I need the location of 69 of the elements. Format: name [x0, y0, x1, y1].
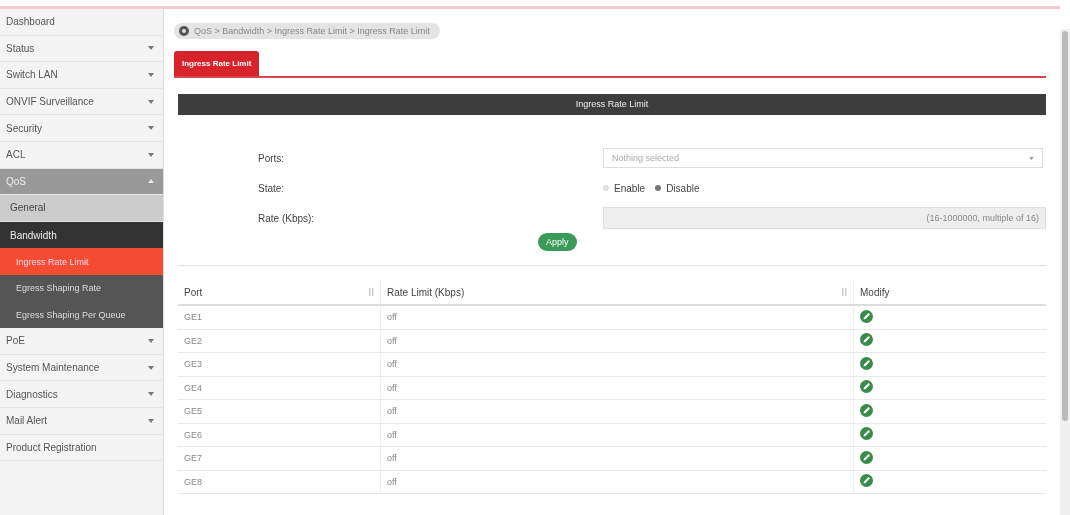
sidebar-item[interactable]: Bandwidth	[0, 221, 163, 249]
sidebar-item[interactable]: Status	[0, 35, 163, 63]
edit-icon[interactable]	[860, 356, 873, 370]
tab[interactable]: Ingress Rate Limit	[174, 51, 260, 76]
sidebar-item[interactable]: Switch LAN	[0, 62, 163, 89]
edit-icon[interactable]	[860, 427, 873, 441]
table-cell: GE7	[178, 446, 381, 470]
table-cell: off	[380, 446, 854, 470]
column-header[interactable]: Modify	[853, 280, 1046, 305]
sidebar-item[interactable]: Product Registration	[0, 434, 163, 462]
radio-icon[interactable]	[603, 185, 609, 191]
edit-icon[interactable]	[860, 380, 873, 394]
radio-icon[interactable]	[655, 185, 662, 191]
radio-option[interactable]: Disable	[655, 182, 700, 194]
edit-icon[interactable]	[860, 333, 873, 347]
sidebar-item[interactable]: System Maintenance	[0, 354, 163, 382]
sidebar-item[interactable]: Egress Shaping Rate	[0, 274, 163, 302]
caret-icon	[148, 73, 154, 77]
sidebar-item[interactable]: PoE	[0, 328, 163, 355]
caret-icon	[148, 418, 154, 423]
edit-icon[interactable]	[860, 450, 873, 464]
range-hint: (16-1000000, multiple of 16)	[926, 213, 1039, 223]
table-cell: off	[380, 470, 854, 494]
table-cell: GE8	[178, 470, 381, 494]
edit-icon[interactable]	[860, 309, 873, 323]
sidebar-item[interactable]: ONVIF Surveillance	[0, 88, 163, 116]
caret-icon	[148, 126, 154, 131]
column-header[interactable]: Rate Limit (Kbps)	[380, 280, 854, 305]
panel-title: Ingress Rate Limit	[575, 99, 649, 109]
table-cell: GE4	[178, 376, 381, 400]
table-cell: off	[380, 329, 854, 353]
field-label: Rate (Kbps):	[257, 212, 316, 224]
sidebar-item[interactable]: Mail Alert	[0, 407, 163, 435]
caret-icon	[148, 392, 154, 397]
field-label: State:	[257, 182, 286, 194]
sort-icon	[369, 288, 374, 297]
table-cell: off	[380, 305, 854, 329]
table-cell: off	[380, 423, 854, 447]
table-cell: GE5	[178, 399, 381, 423]
table-cell: off	[380, 376, 854, 400]
table-cell: off	[380, 352, 854, 376]
table-cell: GE3	[178, 352, 381, 376]
sidebar-item[interactable]: Security	[0, 115, 163, 142]
apply-button[interactable]: Apply	[538, 233, 577, 251]
sidebar-item[interactable]: Dashboard	[0, 9, 163, 36]
scrollbar[interactable]	[1060, 29, 1070, 515]
sidebar-item[interactable]: General	[0, 195, 163, 222]
caret-icon	[148, 46, 154, 51]
caret-icon	[148, 152, 154, 157]
column-header[interactable]: Port	[178, 280, 381, 305]
sidebar-item[interactable]: ACL	[0, 141, 163, 169]
caret-icon	[148, 179, 154, 184]
table-cell: GE6	[178, 423, 381, 447]
edit-icon[interactable]	[860, 403, 873, 417]
breadcrumb-text: QoS > Bandwidth > Ingress Rate Limit > Ingress Rate Limit	[194, 26, 430, 36]
field-label: Ports:	[257, 152, 286, 164]
radio-option[interactable]: Enable	[603, 182, 646, 194]
caret-icon	[148, 99, 154, 104]
table-cell: GE1	[178, 305, 381, 329]
caret-icon	[148, 365, 154, 370]
edit-icon[interactable]	[860, 474, 873, 488]
sort-icon	[842, 288, 847, 297]
caret-icon	[1029, 156, 1034, 160]
caret-icon	[148, 338, 154, 343]
sidebar-item[interactable]: Egress Shaping Per Queue	[0, 301, 163, 329]
table-cell: off	[380, 399, 854, 423]
sidebar-item[interactable]: Diagnostics	[0, 381, 163, 408]
table-cell: GE2	[178, 329, 381, 353]
home-icon	[179, 26, 189, 36]
